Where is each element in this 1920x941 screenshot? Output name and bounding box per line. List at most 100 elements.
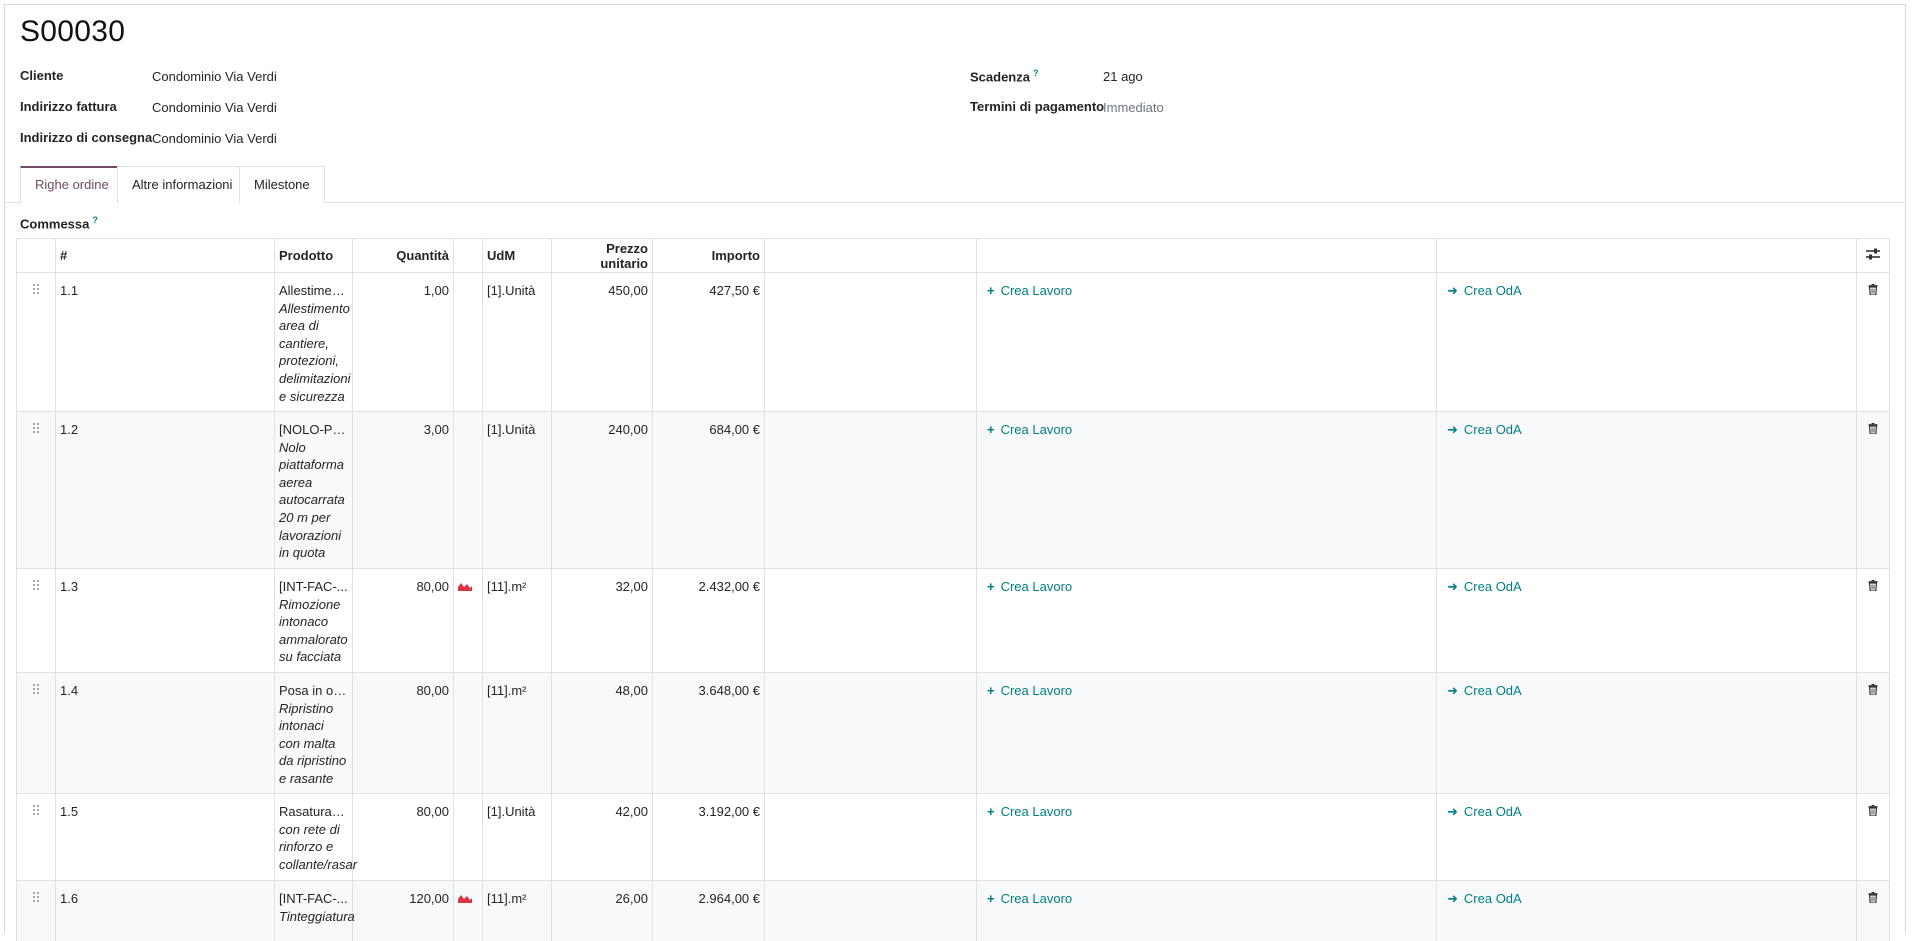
delete-row-button[interactable]: [1856, 880, 1890, 941]
crea-oda-button[interactable]: ➜ Crea OdA: [1436, 793, 1857, 881]
row-forecast: [453, 568, 483, 673]
row-product[interactable]: Posa in op... Ripristino intonaci con mal…: [274, 672, 353, 794]
row-uom[interactable]: [11].m²: [482, 880, 552, 941]
row-product[interactable]: Rasatura a... con rete di rinforzo e coll…: [274, 793, 357, 881]
drag-handle[interactable]: [16, 672, 56, 794]
crea-oda-label: Crea OdA: [1463, 422, 1522, 437]
tab-milestone[interactable]: Milestone: [239, 166, 325, 203]
drag-handle[interactable]: [16, 880, 56, 941]
row-uom[interactable]: [1].Unità: [482, 793, 552, 881]
scadenza-help-icon[interactable]: ?: [1033, 68, 1039, 78]
drag-handle[interactable]: [16, 411, 56, 569]
arrow-right-icon: ➜: [1447, 422, 1458, 437]
table-row[interactable]: 1.6 [INT-FAC-... Tinteggiatura 120,00 [11].m…: [16, 880, 1890, 941]
plus-icon: +: [987, 422, 995, 437]
termini-pagamento-field[interactable]: Immediato: [1103, 100, 1164, 115]
row-seq[interactable]: 1.6: [55, 880, 275, 941]
table-row[interactable]: 1.4 Posa in op... Ripristino intonaci con …: [16, 672, 1890, 794]
table-row[interactable]: 1.3 [INT-FAC-... Rimozione intonaco ammalo…: [16, 568, 1890, 673]
crea-lavoro-button[interactable]: + Crea Lavoro: [976, 672, 1437, 794]
row-uom[interactable]: [11].m²: [482, 672, 552, 794]
header-amount[interactable]: Importo: [652, 238, 765, 273]
drag-handle[interactable]: [16, 793, 56, 881]
row-unit-price[interactable]: 42,00: [551, 793, 653, 881]
row-unit-price[interactable]: 240,00: [551, 411, 653, 569]
row-empty: [764, 411, 977, 569]
product-name: [INT-FAC-...: [279, 891, 348, 906]
table-row[interactable]: 1.5 Rasatura a... con rete di rinforzo e c…: [16, 793, 1890, 881]
drag-handle-icon: [32, 283, 40, 295]
row-quantity[interactable]: 1,00: [352, 272, 454, 412]
row-seq[interactable]: 1.3: [55, 568, 275, 673]
arrow-right-icon: ➜: [1447, 283, 1458, 298]
product-description: Ripristino intonaci con malta da riprist…: [279, 700, 347, 786]
header-seq[interactable]: #: [55, 238, 275, 273]
optional-columns-button[interactable]: [1856, 238, 1890, 273]
crea-lavoro-button[interactable]: + Crea Lavoro: [976, 272, 1437, 412]
row-product[interactable]: [NOLO-PIA... Nolo piattaforma aerea autoc…: [274, 411, 353, 569]
header-uom[interactable]: UdM: [482, 238, 552, 273]
row-product[interactable]: [INT-FAC-... Rimozione intonaco ammalorat…: [274, 568, 353, 673]
row-seq[interactable]: 1.4: [55, 672, 275, 794]
row-product[interactable]: Allestiment... Allestimento area di canti…: [274, 272, 353, 412]
delete-row-button[interactable]: [1856, 568, 1890, 673]
indirizzo-fattura-field[interactable]: Condominio Via Verdi: [152, 100, 277, 115]
row-uom[interactable]: [1].Unità: [482, 411, 552, 569]
row-product[interactable]: [INT-FAC-... Tinteggiatura: [274, 880, 355, 941]
header-unit-price[interactable]: Prezzo unitario: [551, 238, 653, 273]
row-unit-price[interactable]: 32,00: [551, 568, 653, 673]
arrow-right-icon: ➜: [1447, 891, 1458, 906]
drag-handle[interactable]: [16, 568, 56, 673]
table-body: 1.1 Allestiment... Allestimento area di ca…: [16, 272, 1890, 941]
drag-handle-icon: [32, 683, 40, 695]
row-empty: [764, 880, 977, 941]
delete-row-button[interactable]: [1856, 272, 1890, 412]
row-unit-price[interactable]: 48,00: [551, 672, 653, 794]
drag-handle[interactable]: [16, 272, 56, 412]
tab-righe-ordine[interactable]: Righe ordine: [20, 166, 124, 204]
commessa-help-icon[interactable]: ?: [92, 215, 98, 225]
row-quantity[interactable]: 80,00: [352, 793, 454, 881]
row-amount: 2.964,00 €: [652, 880, 765, 941]
header-product[interactable]: Prodotto: [274, 238, 353, 273]
forecast-chart-icon[interactable]: [458, 582, 472, 591]
row-uom[interactable]: [1].Unità: [482, 272, 552, 412]
tab-altre-informazioni[interactable]: Altre informazioni: [117, 166, 248, 203]
row-seq[interactable]: 1.2: [55, 411, 275, 569]
row-unit-price[interactable]: 450,00: [551, 272, 653, 412]
table-row[interactable]: 1.1 Allestiment... Allestimento area di ca…: [16, 272, 1890, 412]
forecast-chart-icon[interactable]: [458, 894, 472, 903]
cliente-field[interactable]: Condominio Via Verdi: [152, 69, 277, 84]
crea-lavoro-button[interactable]: + Crea Lavoro: [976, 568, 1437, 673]
row-quantity[interactable]: 3,00: [352, 411, 454, 569]
delete-row-button[interactable]: [1856, 672, 1890, 794]
scadenza-field[interactable]: 21 ago: [1103, 69, 1143, 84]
crea-oda-label: Crea OdA: [1463, 683, 1522, 698]
row-forecast: [453, 793, 483, 881]
row-seq[interactable]: 1.5: [55, 793, 275, 881]
row-quantity[interactable]: 120,00: [352, 880, 454, 941]
indirizzo-consegna-label: Indirizzo di consegna: [20, 130, 153, 145]
crea-lavoro-button[interactable]: + Crea Lavoro: [976, 793, 1437, 881]
crea-oda-button[interactable]: ➜ Crea OdA: [1436, 880, 1857, 941]
delete-row-button[interactable]: [1856, 411, 1890, 569]
row-unit-price[interactable]: 26,00: [551, 880, 653, 941]
delete-row-button[interactable]: [1856, 793, 1890, 881]
row-seq[interactable]: 1.1: [55, 272, 275, 412]
order-lines-table: # Prodotto Quantità UdM Prezzo unitario …: [16, 238, 1890, 941]
row-uom[interactable]: [11].m²: [482, 568, 552, 673]
crea-lavoro-button[interactable]: + Crea Lavoro: [976, 411, 1437, 569]
crea-oda-button[interactable]: ➜ Crea OdA: [1436, 272, 1857, 412]
row-quantity[interactable]: 80,00: [352, 672, 454, 794]
indirizzo-consegna-field[interactable]: Condominio Via Verdi: [152, 131, 277, 146]
trash-icon: [1868, 805, 1878, 817]
product-name: Posa in op...: [279, 683, 348, 698]
table-row[interactable]: 1.2 [NOLO-PIA... Nolo piattaforma aerea au…: [16, 411, 1890, 569]
crea-oda-button[interactable]: ➜ Crea OdA: [1436, 672, 1857, 794]
crea-oda-button[interactable]: ➜ Crea OdA: [1436, 568, 1857, 673]
crea-lavoro-button[interactable]: + Crea Lavoro: [976, 880, 1437, 941]
header-quantity[interactable]: Quantità: [352, 238, 454, 273]
crea-lavoro-label: Crea Lavoro: [1000, 579, 1073, 594]
crea-oda-button[interactable]: ➜ Crea OdA: [1436, 411, 1857, 569]
row-quantity[interactable]: 80,00: [352, 568, 454, 673]
